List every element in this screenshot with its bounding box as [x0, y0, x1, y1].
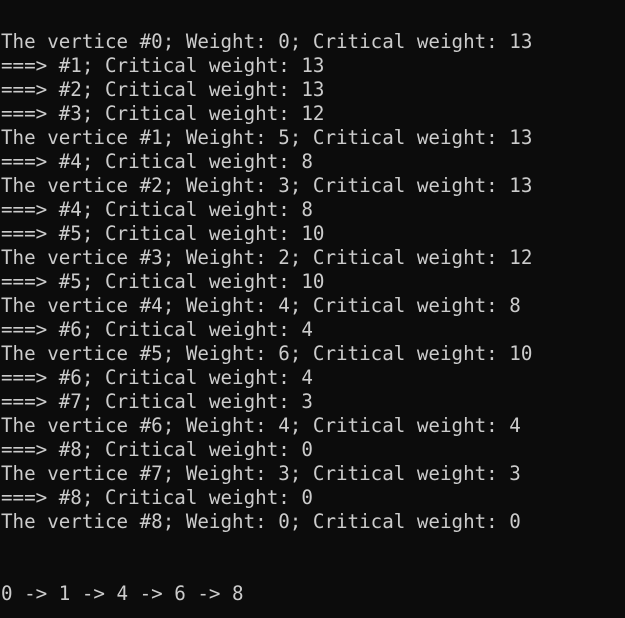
output-line: The vertice #4; Weight: 4; Critical weig… — [1, 294, 521, 317]
output-line: ===> #4; Critical weight: 8 — [1, 150, 313, 173]
output-line: ===> #7; Critical weight: 3 — [1, 390, 313, 413]
output-line: ===> #1; Critical weight: 13 — [1, 54, 325, 77]
output-line: ===> #6; Critical weight: 4 — [1, 366, 313, 389]
output-line: ===> #5; Critical weight: 10 — [1, 270, 325, 293]
output-line: The vertice #0; Weight: 0; Critical weig… — [1, 30, 533, 53]
output-line: The vertice #1; Weight: 5; Critical weig… — [1, 126, 533, 149]
output-line: The vertice #8; Weight: 0; Critical weig… — [1, 510, 521, 533]
output-line: ===> #6; Critical weight: 4 — [1, 318, 313, 341]
output-line: ===> #8; Critical weight: 0 — [1, 486, 313, 509]
output-line: ===> #3; Critical weight: 12 — [1, 102, 325, 125]
output-line: ===> #2; Critical weight: 13 — [1, 78, 325, 101]
output-line: The vertice #7; Weight: 3; Critical weig… — [1, 462, 521, 485]
console-window: The vertice #0; Weight: 0; Critical weig… — [0, 0, 625, 618]
output-line: ===> #5; Critical weight: 10 — [1, 222, 325, 245]
output-line: ===> #4; Critical weight: 8 — [1, 198, 313, 221]
output-line: The vertice #3; Weight: 2; Critical weig… — [1, 246, 533, 269]
output-line: ===> #8; Critical weight: 0 — [1, 438, 313, 461]
console-output: The vertice #0; Weight: 0; Critical weig… — [1, 30, 621, 606]
output-line: The vertice #6; Weight: 4; Critical weig… — [1, 414, 521, 437]
output-line: The vertice #2; Weight: 3; Critical weig… — [1, 174, 533, 197]
critical-path-line: 0 -> 1 -> 4 -> 6 -> 8 — [1, 582, 244, 605]
output-line: The vertice #5; Weight: 6; Critical weig… — [1, 342, 533, 365]
